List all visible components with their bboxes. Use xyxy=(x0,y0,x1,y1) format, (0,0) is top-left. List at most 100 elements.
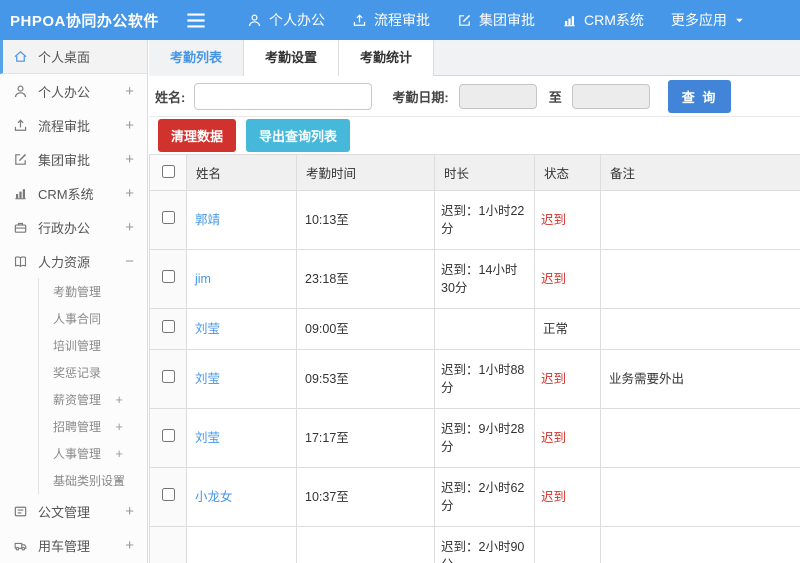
select-all-checkbox[interactable] xyxy=(161,164,175,178)
menu-toggle-icon[interactable] xyxy=(186,13,220,28)
sidebar-subitem-label: 基础类别设置 xyxy=(53,474,126,488)
date-to-input[interactable] xyxy=(571,83,650,109)
sidebar-item-document-management[interactable]: 公文管理 + xyxy=(0,494,147,528)
remark xyxy=(600,408,800,468)
row-checkbox[interactable] xyxy=(161,488,175,501)
remark: 1111 xyxy=(600,526,800,563)
status: 迟到 xyxy=(534,349,601,409)
sidebar-subitem-recruitment-management[interactable]: 招聘管理 + xyxy=(39,413,147,440)
column-header-4: 备注 xyxy=(600,154,800,191)
topnav-group-approval[interactable]: 集团审批 xyxy=(457,10,535,30)
topnav-label: 个人办公 xyxy=(269,12,325,28)
edit-icon xyxy=(457,13,472,28)
sidebar-item-human-resources[interactable]: 人力资源 − xyxy=(0,244,147,278)
actions-bar: 清理数据 导出查询列表 xyxy=(149,117,800,154)
sidebar-item-vehicle-management[interactable]: 用车管理 + xyxy=(0,528,147,562)
table-row: 刘莹 17:17至 迟到：9小时28分 迟到 xyxy=(149,408,800,468)
attendance-time: 23:18至 xyxy=(296,249,435,309)
main-content: 考勤列表 考勤设置 考勤统计 姓名: 考勤日期: 至 查 询 清理数据 导出查询列表… xyxy=(149,40,800,563)
expand-plus-icon[interactable]: + xyxy=(115,473,123,488)
remark xyxy=(600,190,800,250)
row-checkbox[interactable] xyxy=(161,320,175,333)
sidebar-subitem-label: 人事合同 xyxy=(53,312,102,326)
expand-plus-icon[interactable]: + xyxy=(115,446,123,461)
duration: 迟到：14小时30分 xyxy=(434,249,535,309)
search-button[interactable]: 查 询 xyxy=(667,79,732,113)
car-icon xyxy=(13,538,29,553)
caret-down-icon xyxy=(734,15,745,26)
sidebar-subitem-label: 奖惩记录 xyxy=(53,366,102,380)
tab-attendance-list[interactable]: 考勤列表 xyxy=(149,40,245,76)
sidebar-subitem-basic-category-settings[interactable]: 基础类别设置 + xyxy=(39,467,147,494)
clean-data-button[interactable]: 清理数据 xyxy=(158,119,237,152)
collapse-minus-icon[interactable]: − xyxy=(125,253,134,270)
sidebar-subitem-personnel-contract[interactable]: 人事合同 xyxy=(39,305,147,332)
employee-name-link[interactable]: 刘莹 xyxy=(195,322,220,336)
employee-name-link[interactable]: 小龙女 xyxy=(195,490,233,504)
date-from-input[interactable] xyxy=(458,83,537,109)
row-checkbox[interactable] xyxy=(161,429,175,442)
attendance-time: 10:54至10:54 xyxy=(296,526,435,563)
status: 迟到 xyxy=(534,190,601,250)
sidebar-subitem-label: 招聘管理 xyxy=(53,420,102,434)
expand-plus-icon[interactable]: + xyxy=(125,83,134,100)
sidebar-subitem-salary-management[interactable]: 薪资管理 + xyxy=(39,386,147,413)
row-checkbox[interactable] xyxy=(161,370,175,383)
doc-icon xyxy=(13,504,29,519)
topnav-label: 集团审批 xyxy=(479,12,535,28)
employee-name-link[interactable]: 刘莹 xyxy=(195,431,220,445)
sidebar-item-personal-office[interactable]: 个人办公 + xyxy=(0,74,147,108)
status: 正常 xyxy=(534,308,601,350)
sidebar-item-group-approval[interactable]: 集团审批 + xyxy=(0,142,147,176)
top-navigation: 个人办公 流程审批 集团审批 CRM系统 更多应用 xyxy=(220,10,745,30)
column-header-0: 姓名 xyxy=(186,154,297,191)
expand-plus-icon[interactable]: + xyxy=(125,117,134,134)
tab-attendance-settings[interactable]: 考勤设置 xyxy=(243,40,340,76)
row-checkbox[interactable] xyxy=(161,270,175,283)
expand-plus-icon[interactable]: + xyxy=(125,219,134,236)
status: 迟到 xyxy=(534,467,601,527)
duration xyxy=(434,308,535,350)
sidebar-item-crm-system[interactable]: CRM系统 + xyxy=(0,176,147,210)
sidebar-item-label: 用车管理 xyxy=(38,538,91,554)
expand-plus-icon[interactable]: + xyxy=(125,185,134,202)
app-title: PHPOA协同办公软件 xyxy=(10,12,159,30)
sidebar-subitem-personnel-management[interactable]: 人事管理 + xyxy=(39,440,147,467)
topnav-more-apps[interactable]: 更多应用 xyxy=(671,10,745,30)
employee-name-link[interactable]: 郭靖 xyxy=(195,213,220,227)
topnav-crm-system[interactable]: CRM系统 xyxy=(562,10,644,30)
expand-plus-icon[interactable]: + xyxy=(115,392,123,407)
status: 迟到/早退 xyxy=(534,526,601,563)
expand-plus-icon[interactable]: + xyxy=(125,537,134,554)
row-checkbox[interactable] xyxy=(161,211,175,224)
duration: 迟到：1小时22分 xyxy=(434,190,535,250)
attendance-time: 10:37至 xyxy=(296,467,435,527)
table-row: 小龙女 10:37至 迟到：2小时62分 迟到 xyxy=(149,467,800,527)
attendance-table: 姓名 考勤时间 时长 状态 备注 郭靖 10:13至 迟到：1小时22分 迟到 jim 23:18至… xyxy=(149,154,800,563)
export-list-button[interactable]: 导出查询列表 xyxy=(246,119,351,152)
topnav-workflow-approval[interactable]: 流程审批 xyxy=(352,10,430,30)
user-icon xyxy=(13,84,29,99)
sidebar-subitem-training-management[interactable]: 培训管理 xyxy=(39,332,147,359)
expand-plus-icon[interactable]: + xyxy=(125,503,134,520)
remark: 业务需要外出 xyxy=(600,349,800,409)
duration: 迟到：2小时90分 早退：7小时10分 xyxy=(434,526,535,563)
sidebar-item-workflow-approval[interactable]: 流程审批 + xyxy=(0,108,147,142)
home-icon xyxy=(13,49,29,64)
sidebar-item-personal-desktop[interactable]: 个人桌面 xyxy=(0,40,147,74)
tab-attendance-stats[interactable]: 考勤统计 xyxy=(338,40,435,76)
topnav-personal-office[interactable]: 个人办公 xyxy=(247,10,325,30)
name-filter-label: 姓名: xyxy=(155,89,186,105)
employee-name-link[interactable]: jim xyxy=(195,272,211,286)
name-filter-input[interactable] xyxy=(194,82,373,110)
sidebar-subitem-attendance-management[interactable]: 考勤管理 xyxy=(39,278,147,305)
tab-bar: 考勤列表 考勤设置 考勤统计 xyxy=(149,40,800,76)
sidebar-subitem-label: 人事管理 xyxy=(53,447,102,461)
chart-icon xyxy=(13,186,29,201)
sidebar-item-admin-office[interactable]: 行政办公 + xyxy=(0,210,147,244)
remark xyxy=(600,308,800,350)
sidebar-subitem-reward-punishment-records[interactable]: 奖惩记录 xyxy=(39,359,147,386)
expand-plus-icon[interactable]: + xyxy=(125,151,134,168)
expand-plus-icon[interactable]: + xyxy=(115,419,123,434)
employee-name-link[interactable]: 刘莹 xyxy=(195,372,220,386)
